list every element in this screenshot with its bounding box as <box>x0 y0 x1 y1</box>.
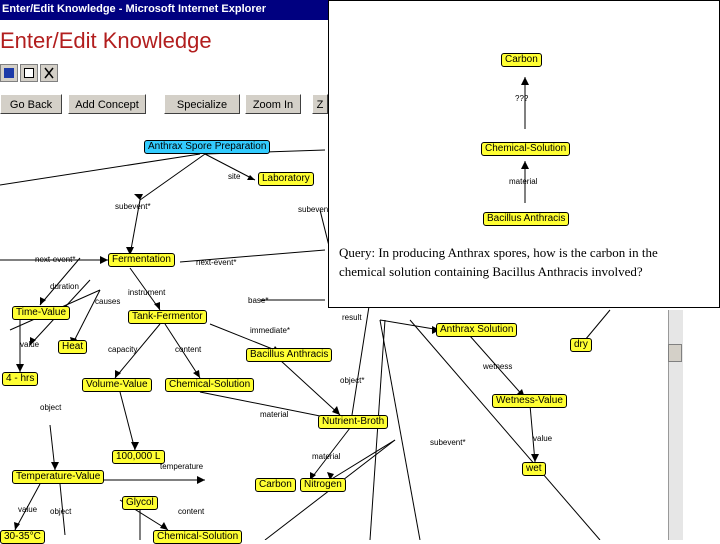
node-heat[interactable]: Heat <box>58 340 88 354</box>
node-bacillus-anthracis[interactable]: Bacillus Anthracis <box>246 348 333 362</box>
edge-label-result: result <box>342 313 362 322</box>
edge-label-wetness: wetness <box>483 362 513 371</box>
edge-label-content: content <box>175 345 202 354</box>
edge-label-duration: duration <box>50 282 79 291</box>
edge-label-temperature: temperature <box>160 462 204 471</box>
node-wetness-value[interactable]: Wetness-Value <box>492 394 567 408</box>
edge-label-subevent: subevent* <box>115 202 151 211</box>
node-temperature-value[interactable]: Temperature-Value <box>12 470 105 484</box>
node-chemical-solution-2[interactable]: Chemical-Solution <box>153 530 243 544</box>
node-dry[interactable]: dry <box>570 338 592 352</box>
edge-label-object-2: object* <box>340 376 365 385</box>
query-node-chemical-solution[interactable]: Chemical-Solution <box>481 142 571 156</box>
edge-label-subevent-2: subevent* <box>430 438 466 447</box>
node-chemical-solution[interactable]: Chemical-Solution <box>165 378 255 392</box>
query-node-bacillus-anthracis[interactable]: Bacillus Anthracis <box>483 212 570 226</box>
edge-label-value-2: value <box>533 434 553 443</box>
node-anthrax-spore-preparation[interactable]: Anthrax Spore Preparation <box>144 140 271 154</box>
query-edge-material: material <box>509 177 538 186</box>
node-tank-fermentor[interactable]: Tank-Fermentor <box>128 310 207 324</box>
edge-label-material-2: material <box>312 452 341 461</box>
node-laboratory[interactable]: Laboratory <box>258 172 314 186</box>
node-time-value[interactable]: Time-Value <box>12 306 71 320</box>
node-capacity-value[interactable]: 100,000 L <box>112 450 165 464</box>
query-edge-unknown: ??? <box>515 94 529 103</box>
edge-label-capacity: capacity <box>108 345 138 354</box>
query-text: Query: In producing Anthrax spores, how … <box>339 245 658 279</box>
node-glycol[interactable]: Glycol <box>122 496 158 510</box>
edge-label-base: base* <box>248 296 269 305</box>
edge-label-content-2: content <box>178 507 205 516</box>
node-wet[interactable]: wet <box>522 462 546 476</box>
edge-label-value: value <box>20 340 40 349</box>
edge-label-object-3: object <box>50 507 72 516</box>
node-nitrogen[interactable]: Nitrogen <box>300 478 346 492</box>
node-temperature-reading[interactable]: 30-35°C <box>0 530 45 544</box>
edge-label-instrument: instrument <box>128 288 166 297</box>
edge-label-next-event: next-event* <box>35 255 76 264</box>
edge-label-next-event-2: next-event* <box>196 258 237 267</box>
query-graph <box>521 77 529 203</box>
node-anthrax-solution[interactable]: Anthrax Solution <box>436 323 518 337</box>
edge-label-material: material <box>260 410 289 419</box>
node-carbon[interactable]: Carbon <box>255 478 296 492</box>
edge-label-site: site <box>228 172 241 181</box>
node-fermentation[interactable]: Fermentation <box>108 253 175 267</box>
node-duration-value[interactable]: 4 - hrs <box>2 372 39 386</box>
edge-label-value-3: value <box>18 505 38 514</box>
node-nutrient-broth[interactable]: Nutrient-Broth <box>318 415 389 429</box>
scrollbar-thumb[interactable] <box>668 344 682 362</box>
edge-label-causes: causes <box>95 297 121 306</box>
edge-label-object: object <box>40 403 62 412</box>
edge-label-immediate: immediate* <box>250 326 291 335</box>
query-panel: Carbon ??? Chemical-Solution material Ba… <box>328 0 720 308</box>
node-volume-value[interactable]: Volume-Value <box>82 378 152 392</box>
query-node-carbon[interactable]: Carbon <box>501 53 542 67</box>
